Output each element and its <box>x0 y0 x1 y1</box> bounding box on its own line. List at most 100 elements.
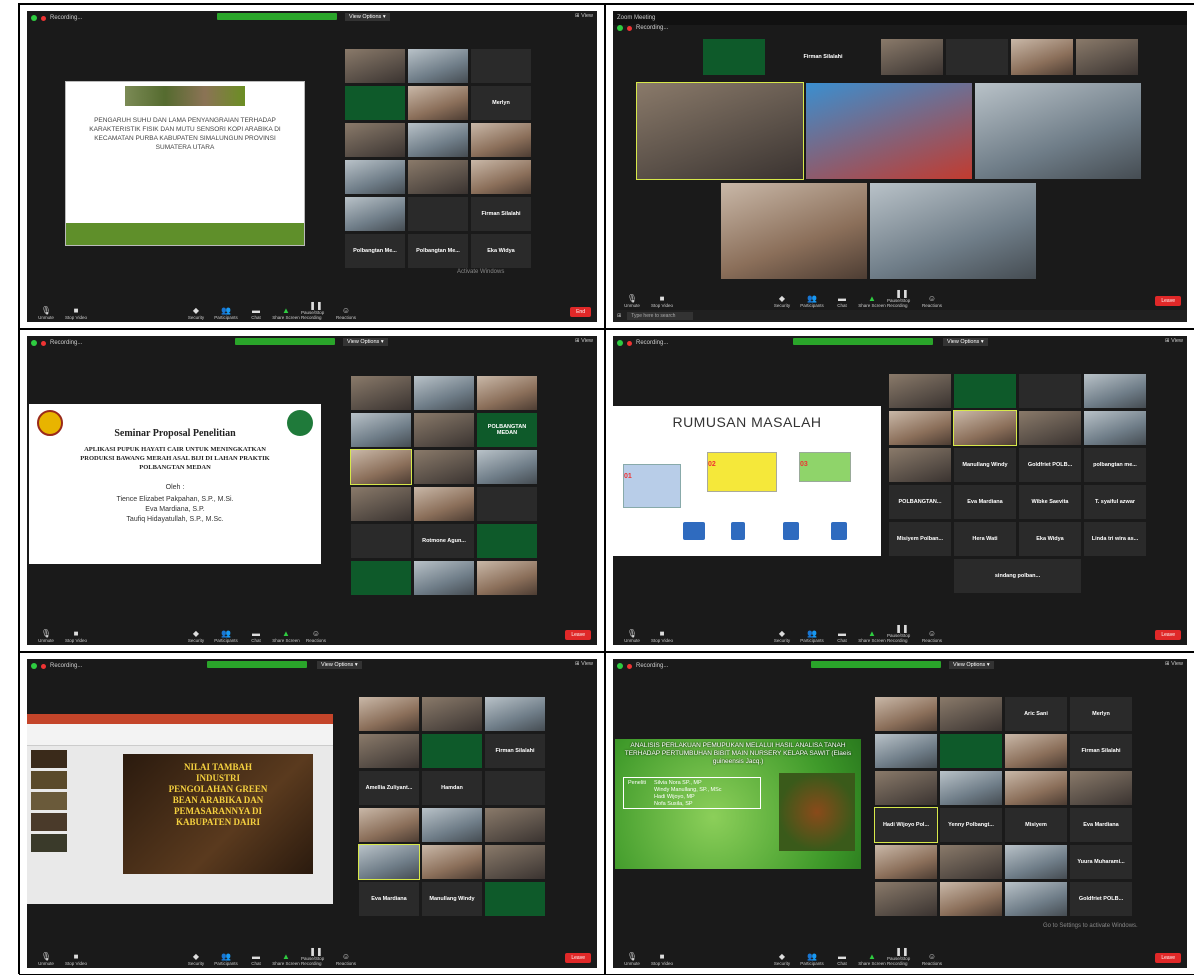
unmute-button[interactable]: 🎙 Unmute <box>31 630 61 644</box>
stop-video-button[interactable]: ■ Stop Video <box>61 307 91 321</box>
slide-research-title: APLIKASI PUPUK HAYATI CAIR UNTUK MENINGK… <box>80 446 270 471</box>
box-01: 01 <box>623 464 681 508</box>
view-options-button[interactable]: View Options ▾ <box>345 13 390 21</box>
recording-label: Recording... <box>636 25 669 31</box>
participants-button[interactable]: 👥 Participants <box>211 630 241 644</box>
windows-icon[interactable]: ⊞ <box>617 313 621 319</box>
chat-button[interactable]: ▬ Chat <box>241 953 271 967</box>
record-button[interactable]: ❚❚ Pause/Stop Recording <box>301 301 331 321</box>
reactions-button[interactable]: ☺ Reactions <box>917 630 947 644</box>
record-button[interactable]: ❚❚ Pause/Stop Recording <box>887 625 917 644</box>
stop-video-button[interactable]: ■ Stop Video <box>647 295 677 309</box>
view-button[interactable]: ⊞ View <box>575 338 593 344</box>
video-tile <box>351 524 411 558</box>
palm-oil-image <box>779 773 855 851</box>
video-tile <box>351 376 411 410</box>
participants-button[interactable]: 👥 Participants <box>797 295 827 309</box>
stop-video-button[interactable]: ■ Stop Video <box>647 953 677 967</box>
video-tile <box>471 160 531 194</box>
leave-button[interactable]: Leave <box>1155 953 1181 963</box>
view-options-button[interactable]: View Options ▾ <box>343 338 388 346</box>
reactions-button[interactable]: ☺ Reactions <box>331 953 361 967</box>
video-tile: Yenny Polbangt... <box>940 808 1002 842</box>
unmute-button[interactable]: 🎙 Unmute <box>31 953 61 967</box>
reactions-button[interactable]: ☺ Reactions <box>331 307 361 321</box>
plant-pot-icon <box>683 522 705 540</box>
view-options-button[interactable]: View Options ▾ <box>943 338 988 346</box>
unmute-button[interactable]: 🎙 Unmute <box>617 953 647 967</box>
share-screen-button[interactable]: ▲ Share Screen <box>271 630 301 644</box>
unmute-button[interactable]: 🎙 Unmute <box>617 295 647 309</box>
view-button[interactable]: ⊞ View <box>1165 338 1183 344</box>
security-button[interactable]: ◆ Security <box>181 630 211 644</box>
video-tile <box>1019 411 1081 445</box>
slide-thumb[interactable] <box>31 813 67 831</box>
security-button[interactable]: ◆ Security <box>767 953 797 967</box>
taskbar-search[interactable]: Type here to search <box>627 312 694 320</box>
security-button[interactable]: ◆ Security <box>181 953 211 967</box>
participants-button[interactable]: 👥 Participants <box>211 953 241 967</box>
security-button[interactable]: ◆ Security <box>767 630 797 644</box>
view-button[interactable]: ⊞ View <box>575 13 593 19</box>
chat-button[interactable]: ▬ Chat <box>827 295 857 309</box>
video-tile: Merlyn <box>471 86 531 120</box>
slide-thumb[interactable] <box>31 771 67 789</box>
video-tile: Hamdan <box>422 771 482 805</box>
video-tile <box>1005 845 1067 879</box>
video-tile: POLBANGTAN... <box>889 485 951 519</box>
reactions-button[interactable]: ☺ Reactions <box>917 953 947 967</box>
unmute-button[interactable]: 🎙 Unmute <box>31 307 61 321</box>
leave-button[interactable]: Leave <box>1155 296 1181 306</box>
record-button[interactable]: ❚❚ Pause/Stop Recording <box>301 948 331 967</box>
security-button[interactable]: ◆ Security <box>767 295 797 309</box>
record-button[interactable]: ❚❚ Pause/Stop Recording <box>887 290 917 309</box>
chat-button[interactable]: ▬ Chat <box>827 952 857 967</box>
leave-button[interactable]: Leave <box>1155 630 1181 640</box>
share-screen-button[interactable]: ▲ Share Screen <box>271 307 301 321</box>
unmute-button[interactable]: 🎙 Unmute <box>617 630 647 644</box>
camera-icon: ■ <box>659 629 665 638</box>
participants-button[interactable]: 👥 Participants <box>797 953 827 967</box>
recording-label: Recording... <box>50 340 83 346</box>
share-screen-button[interactable]: ▲ Share Screen <box>857 295 887 309</box>
chat-button[interactable]: ▬ Chat <box>827 630 857 644</box>
participants-button[interactable]: 👥 Participants <box>797 630 827 644</box>
video-tile <box>477 450 537 484</box>
slide-footer <box>66 223 304 245</box>
reactions-button[interactable]: ☺ Reactions <box>917 295 947 309</box>
slide-thumb[interactable] <box>31 792 67 810</box>
video-tile: Eva Mardiana <box>954 485 1016 519</box>
leave-button[interactable]: Leave <box>565 630 591 640</box>
video-tile <box>359 808 419 842</box>
share-screen-button[interactable]: ▲ Share Screen <box>271 953 301 967</box>
slide-thumb[interactable] <box>31 834 67 852</box>
security-button[interactable]: ◆ Security <box>181 307 211 321</box>
video-tile <box>485 771 545 805</box>
video-tile: Polbangtan Me... <box>408 234 468 268</box>
view-button[interactable]: ⊞ View <box>575 661 593 667</box>
pause-icon: ❚❚ <box>309 301 323 310</box>
chat-button[interactable]: ▬ Chat <box>241 630 271 644</box>
chat-icon: ▬ <box>838 952 846 961</box>
share-screen-button[interactable]: ▲ Share Screen <box>857 953 887 967</box>
zoom-window: Recording... View Options ▾ ⊞ View PENGA… <box>27 11 597 322</box>
stop-video-button[interactable]: ■ Stop Video <box>61 953 91 967</box>
video-tile: Eva Mardiana <box>359 882 419 916</box>
slide-thumb[interactable] <box>31 750 67 768</box>
view-button[interactable]: ⊞ View <box>1165 661 1183 667</box>
video-tile: Firman Silalahi <box>471 197 531 231</box>
participants-button[interactable]: 👥 Participants <box>211 307 241 321</box>
stop-video-button[interactable]: ■ Stop Video <box>61 630 91 644</box>
stop-video-button[interactable]: ■ Stop Video <box>647 629 677 644</box>
video-tile <box>359 734 419 768</box>
record-button[interactable]: ❚❚ Pause/Stop Recording <box>887 948 917 967</box>
view-options-button[interactable]: View Options ▾ <box>317 661 362 669</box>
record-icon <box>627 25 632 31</box>
reactions-button[interactable]: ☺ Reactions <box>301 630 331 644</box>
end-button[interactable]: End <box>570 307 591 317</box>
chat-button[interactable]: ▬ Chat <box>241 307 271 321</box>
slide-title: PENGARUH SUHU DAN LAMA PENYANGRAIAN TERH… <box>89 117 281 151</box>
share-screen-button[interactable]: ▲ Share Screen <box>857 630 887 644</box>
leave-button[interactable]: Leave <box>565 953 591 963</box>
view-options-button[interactable]: View Options ▾ <box>949 661 994 669</box>
